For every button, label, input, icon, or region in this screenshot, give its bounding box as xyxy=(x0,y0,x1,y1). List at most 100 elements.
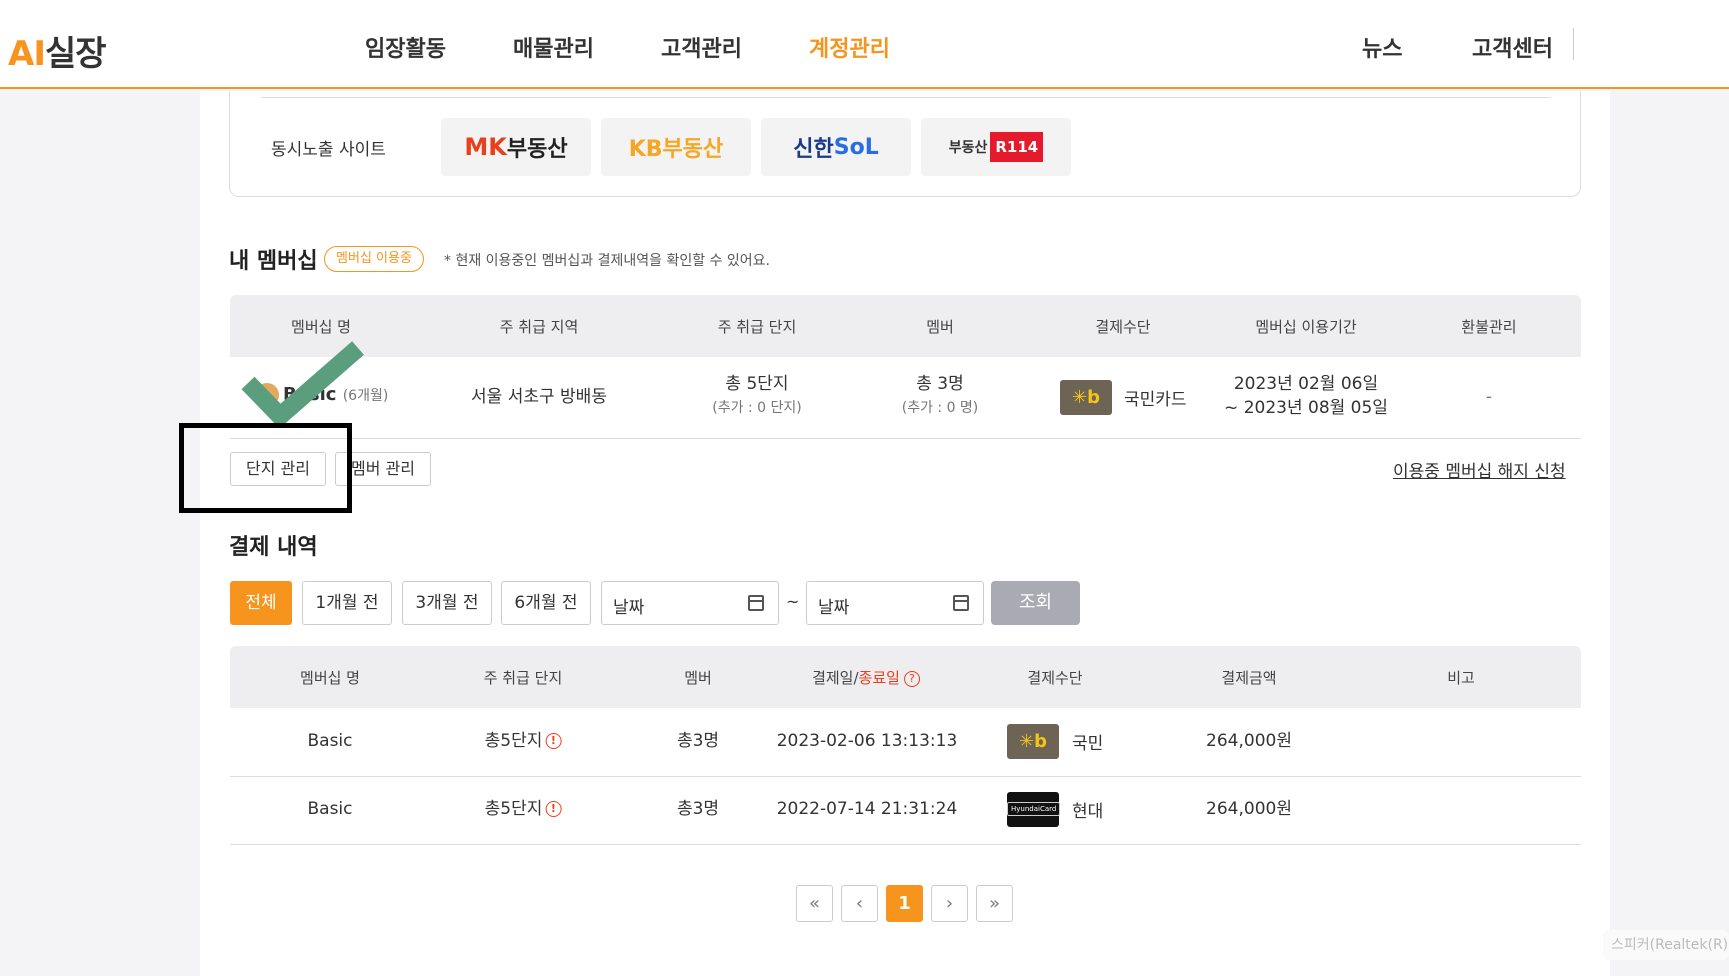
period-start: 2023년 02월 06일 xyxy=(1233,374,1379,394)
r114-logo[interactable]: 부동산 R114 xyxy=(921,118,1071,176)
payment-row-2-name: Basic xyxy=(307,799,353,819)
payment-row-1-complex: 총5단지! xyxy=(485,729,562,753)
payment-row-1-name: Basic xyxy=(307,731,353,751)
payment-row-1-amount: 264,000원 xyxy=(1206,731,1292,751)
hyundai-logo-text: HyundaiCard xyxy=(1007,802,1061,816)
nav-item-account[interactable]: 계정관리 xyxy=(809,31,890,63)
kb-logo-text: KB부동산 xyxy=(628,137,724,162)
member-extra: (추가 : 0 명) xyxy=(901,400,979,416)
complex-count: 총 5단지 xyxy=(725,374,789,394)
col-complex: 주 취급 단지 xyxy=(483,669,563,687)
search-button[interactable]: 조회 xyxy=(991,581,1080,625)
nav-divider xyxy=(1573,28,1574,60)
sites-label: 동시노출 사이트 xyxy=(271,140,386,160)
col-payment-date: 결제일/종료일? xyxy=(812,667,920,688)
period-end: ~ 2023년 08월 05일 xyxy=(1224,398,1388,418)
shinhan-sol-logo[interactable]: 신한 SoL xyxy=(761,118,911,176)
cancel-membership-link[interactable]: 이용중 멤버십 해지 신청 xyxy=(1393,457,1566,482)
sol-logo-text: SoL xyxy=(833,134,879,160)
top-header: AI실장 임장활동 매물관리 고객관리 계정관리 뉴스 고객센터 xyxy=(0,0,1729,89)
membership-title: 내 멤버십 xyxy=(229,249,318,274)
col-period: 멤버십 이용기간 xyxy=(1255,318,1357,336)
membership-refund: - xyxy=(1485,387,1493,407)
complex-extra: (추가 : 0 단지) xyxy=(712,400,802,416)
col-member: 멤버 xyxy=(926,318,954,336)
calendar-icon[interactable] xyxy=(748,595,764,611)
col-amount: 결제금액 xyxy=(1221,669,1277,687)
col-refund: 환불관리 xyxy=(1461,318,1517,336)
highlight-box xyxy=(179,423,352,513)
nav-item-listings[interactable]: 매물관리 xyxy=(513,31,594,63)
start-date-placeholder: 날짜 xyxy=(613,598,645,618)
info-icon[interactable]: ! xyxy=(545,801,562,817)
nav-item-news[interactable]: 뉴스 xyxy=(1362,31,1402,63)
kb-realestate-logo[interactable]: KB부동산 xyxy=(601,118,751,176)
next-page-button[interactable]: › xyxy=(931,885,968,922)
col-complex: 주 취급 단지 xyxy=(717,318,797,336)
membership-complex: 총 5단지 (추가 : 0 단지) xyxy=(712,372,801,420)
kb-card-icon: ✳b xyxy=(1007,724,1059,759)
first-page-button[interactable]: « xyxy=(796,885,833,922)
membership-status-badge: 멤버십 이용중 xyxy=(324,246,424,272)
payment-history-title: 결제 내역 xyxy=(229,535,318,560)
end-date-placeholder: 날짜 xyxy=(818,598,850,618)
payment-row-1-date: 2023-02-06 13:13:13 xyxy=(776,731,958,751)
col-member: 멤버 xyxy=(684,669,712,687)
membership-period: 2023년 02월 06일 ~ 2023년 08월 05일 xyxy=(1224,372,1388,420)
mk-realestate-logo[interactable]: MK 부동산 xyxy=(441,118,591,176)
end-date-input[interactable]: 날짜 xyxy=(806,581,984,625)
start-date-input[interactable]: 날짜 xyxy=(601,581,779,625)
nav-item-customers[interactable]: 고객관리 xyxy=(661,31,742,63)
payment-row-2-complex: 총5단지! xyxy=(485,797,562,821)
payment-row-2-amount: 264,000원 xyxy=(1206,799,1292,819)
col-note: 비고 xyxy=(1447,669,1475,687)
membership-region: 서울 서초구 방배동 xyxy=(471,387,607,407)
payment-row-divider xyxy=(230,776,1581,777)
col-membership-name: 멤버십 명 xyxy=(291,318,351,336)
member-count: 총 3명 xyxy=(916,374,964,394)
speaker-tooltip: 스피커(Realtek(R) xyxy=(1603,930,1729,960)
membership-member: 총 3명 (추가 : 0 명) xyxy=(902,372,979,420)
filter-3-months[interactable]: 3개월 전 xyxy=(402,581,492,625)
r114-logo-mark: R114 xyxy=(990,132,1044,162)
help-icon[interactable]: ? xyxy=(903,670,920,687)
col-payment-method: 결제수단 xyxy=(1095,318,1151,336)
kb-card-icon: ✳b xyxy=(1060,380,1112,415)
app-logo[interactable]: AI실장 xyxy=(8,26,107,75)
membership-card-name: 국민카드 xyxy=(1124,390,1187,410)
payment-table-header: 멤버십 명 주 취급 단지 멤버 결제일/종료일? 결제수단 결제금액 비고 xyxy=(230,646,1581,708)
col-payment-method: 결제수단 xyxy=(1027,669,1083,687)
membership-table-header: 멤버십 명 주 취급 지역 주 취급 단지 멤버 결제수단 멤버십 이용기간 환… xyxy=(230,295,1581,357)
r114-logo-text: 부동산 xyxy=(948,140,988,156)
payment-date-label: 결제일/ xyxy=(812,669,859,687)
payment-row-1-complex-text: 총5단지 xyxy=(484,731,543,751)
col-membership-name: 멤버십 명 xyxy=(300,669,360,687)
mk-logo-mark: MK xyxy=(464,133,507,161)
filter-6-months[interactable]: 6개월 전 xyxy=(501,581,591,625)
mk-logo-text: 부동산 xyxy=(506,137,568,162)
membership-note: * 현재 이용중인 멤버십과 결제내역을 확인할 수 있어요. xyxy=(444,253,770,269)
prev-page-button[interactable]: ‹ xyxy=(841,885,878,922)
logo-text: 실장 xyxy=(44,34,107,74)
col-region: 주 취급 지역 xyxy=(499,318,579,336)
shinhan-logo-text: 신한 xyxy=(793,137,834,162)
payment-row-2-member: 총3명 xyxy=(676,799,720,819)
payment-row-divider xyxy=(230,844,1581,845)
hyundai-card-icon: HyundaiCard xyxy=(1007,792,1061,827)
payment-row-2-date: 2022-07-14 21:31:24 xyxy=(776,799,958,819)
filter-all[interactable]: 전체 xyxy=(230,581,292,625)
nav-item-field-activity[interactable]: 임장활동 xyxy=(365,31,446,63)
payment-row-2-complex-text: 총5단지 xyxy=(484,799,543,819)
end-date-label: 종료일 xyxy=(858,669,900,687)
calendar-icon[interactable] xyxy=(953,595,969,611)
filter-1-month[interactable]: 1개월 전 xyxy=(302,581,392,625)
payment-row-1-card: 국민 xyxy=(1072,734,1104,754)
date-range-separator: ~ xyxy=(786,592,800,611)
payment-row-1-member: 총3명 xyxy=(676,731,720,751)
page-1-button[interactable]: 1 xyxy=(886,885,923,922)
payment-row-2-card: 현대 xyxy=(1072,802,1104,822)
info-icon[interactable]: ! xyxy=(545,733,562,749)
last-page-button[interactable]: » xyxy=(976,885,1013,922)
nav-item-support[interactable]: 고객센터 xyxy=(1472,31,1553,63)
membership-row-divider xyxy=(230,438,1581,439)
